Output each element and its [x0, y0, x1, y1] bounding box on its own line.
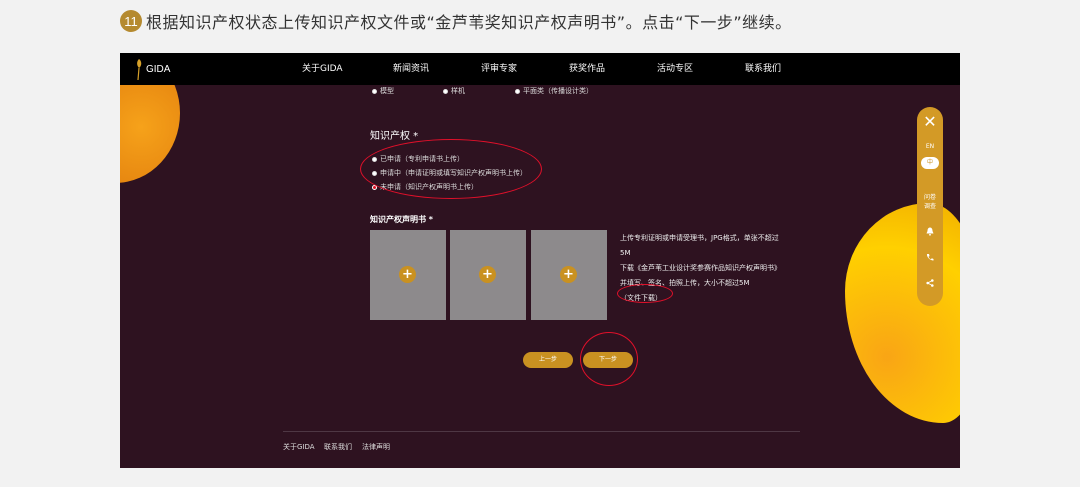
- upload-slot-3[interactable]: +: [531, 230, 607, 320]
- footer-divider: [283, 431, 800, 432]
- share-icon[interactable]: [917, 279, 943, 289]
- website-screenshot: GIDA 关于GIDA 新闻资讯 评审专家 获奖作品 活动专区 联系我们 模型 …: [120, 53, 960, 468]
- footer-link-legal[interactable]: 法律声明: [362, 442, 390, 452]
- survey-button[interactable]: 问卷 调查: [917, 193, 943, 211]
- gida-logo[interactable]: GIDA: [134, 56, 170, 82]
- footer-link-about[interactable]: 关于GIDA: [283, 442, 315, 452]
- statement-section-title: 知识产权声明书 *: [370, 215, 433, 224]
- radio-icon: [372, 88, 377, 94]
- close-icon[interactable]: ✕: [921, 113, 939, 131]
- category-option-prototype[interactable]: 样机: [443, 86, 465, 96]
- nav-item-about[interactable]: 关于GIDA: [302, 53, 343, 85]
- radio-icon: [515, 88, 520, 94]
- phone-icon[interactable]: [917, 253, 943, 263]
- survey-label: 调查: [923, 203, 936, 210]
- reed-logo-icon: [137, 59, 142, 81]
- floating-toolbar: ✕ EN 中 问卷 调查: [917, 107, 943, 306]
- annotation-circle-next: [580, 332, 638, 386]
- lang-zh-button[interactable]: 中: [921, 157, 939, 169]
- nav-item-contact[interactable]: 联系我们: [745, 53, 781, 85]
- upload-slot-1[interactable]: +: [370, 230, 446, 320]
- instruction-line: 11 根据知识产权状态上传知识产权文件或“金芦苇奖知识产权声明书”。点击“下一步…: [120, 8, 792, 34]
- hint-line: 上传专利证明或申请受理书，JPG格式，单张不超过: [620, 234, 779, 242]
- survey-label: 问卷: [923, 194, 936, 201]
- category-option-graphic[interactable]: 平面类（传播设计类）: [515, 86, 593, 96]
- nav-item-news[interactable]: 新闻资讯: [393, 53, 429, 85]
- prev-step-button[interactable]: 上一步: [523, 352, 573, 368]
- category-label: 平面类（传播设计类）: [523, 87, 593, 95]
- annotation-circle-download: [617, 284, 673, 303]
- annotation-circle-ip-options: [360, 139, 542, 199]
- hint-line: 5M: [620, 249, 631, 257]
- nav-item-judges[interactable]: 评审专家: [481, 53, 517, 85]
- ip-section-title: 知识产权 *: [370, 131, 419, 142]
- step-number-badge: 11: [120, 10, 142, 32]
- category-option-model[interactable]: 模型: [372, 86, 394, 96]
- footer-link-contact[interactable]: 联系我们: [324, 442, 352, 452]
- nav-item-winners[interactable]: 获奖作品: [569, 53, 605, 85]
- category-label: 样机: [451, 87, 465, 95]
- bell-icon[interactable]: [917, 227, 943, 238]
- add-icon: +: [399, 266, 416, 283]
- radio-icon: [443, 88, 448, 94]
- category-label: 模型: [380, 87, 394, 95]
- lang-en-button[interactable]: EN: [917, 143, 943, 150]
- nav-item-events[interactable]: 活动专区: [657, 53, 693, 85]
- add-icon: +: [560, 266, 577, 283]
- hint-line: 下载《金芦苇工业设计奖参赛作品知识产权声明书》: [620, 264, 781, 272]
- top-navigation: GIDA 关于GIDA 新闻资讯 评审专家 获奖作品 活动专区 联系我们: [120, 53, 960, 85]
- instruction-text: 根据知识产权状态上传知识产权文件或“金芦苇奖知识产权声明书”。点击“下一步”继续…: [146, 13, 792, 32]
- logo-text: GIDA: [146, 63, 171, 75]
- add-icon: +: [479, 266, 496, 283]
- upload-slot-2[interactable]: +: [450, 230, 526, 320]
